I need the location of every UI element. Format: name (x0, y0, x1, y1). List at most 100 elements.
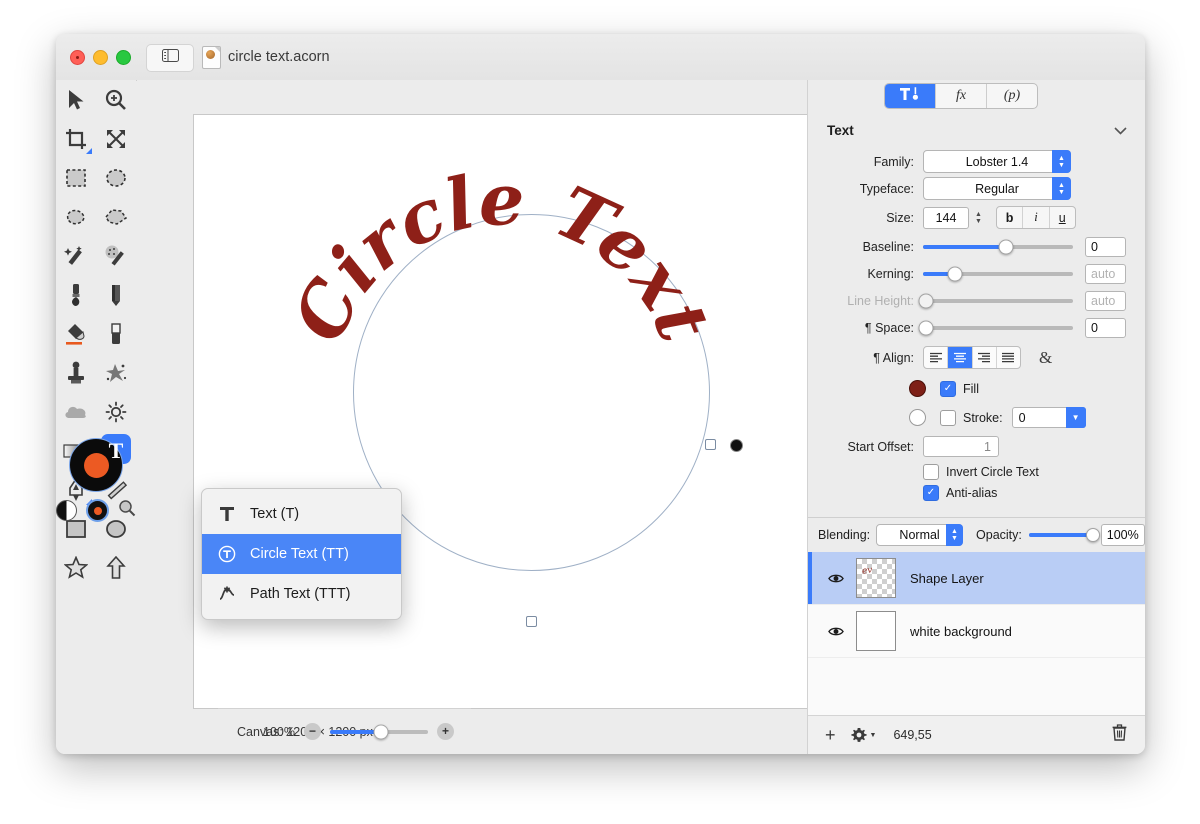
selected-color-icon[interactable] (86, 499, 109, 522)
eye-icon[interactable] (828, 626, 844, 637)
kerning-slider[interactable] (923, 266, 1073, 281)
smudge-tool[interactable] (96, 353, 136, 392)
sidebar-toggle-button[interactable] (146, 44, 194, 72)
circle-rotate-handle[interactable] (730, 439, 743, 452)
plus-circle-icon[interactable]: + (437, 723, 454, 740)
trash-icon[interactable] (1112, 724, 1127, 746)
cursor-coordinates: 649,55 (893, 728, 932, 742)
baseline-slider-knob[interactable] (998, 239, 1013, 254)
italic-button[interactable]: i (1023, 207, 1050, 228)
chevron-down-icon[interactable] (1114, 123, 1127, 138)
baseline-row: Baseline: 0 (808, 233, 1145, 260)
kerning-value-input[interactable]: auto (1085, 263, 1126, 284)
polygon-lasso-tool[interactable] (96, 197, 136, 236)
blending-label: Blending: (818, 528, 871, 542)
lasso-tool[interactable] (56, 197, 96, 236)
start-offset-input[interactable]: 1 (923, 436, 999, 457)
zoom-slider-knob[interactable] (373, 724, 389, 739)
clone-stamp-tool[interactable] (56, 353, 96, 392)
color-utility-row (56, 499, 136, 522)
gear-icon[interactable]: ▼ (850, 727, 876, 743)
layers-options-bar: Blending: Normal ▲ ▼ Opacity: 100% (808, 518, 1145, 552)
zoom-tool[interactable] (96, 80, 136, 119)
opacity-slider[interactable] (1028, 528, 1100, 542)
layer-name: white background (910, 623, 1012, 639)
paragraph-space-value-input[interactable]: 0 (1085, 317, 1126, 338)
minus-circle-icon[interactable]: − (304, 723, 321, 740)
magnifier-icon[interactable] (118, 499, 136, 522)
blending-mode-select[interactable]: Normal ▲ ▼ (876, 524, 964, 546)
crop-tool[interactable] (56, 119, 96, 158)
underline-button[interactable]: u (1050, 207, 1075, 228)
arrow-shape-tool[interactable] (96, 548, 136, 587)
black-white-circle-icon[interactable] (56, 500, 77, 521)
star-shape-tool[interactable] (56, 548, 96, 587)
ellipse-select-tool[interactable] (96, 158, 136, 197)
align-justify-button[interactable] (997, 347, 1020, 368)
stroke-color-swatch[interactable] (909, 409, 926, 426)
ligature-ampersand-button[interactable]: & (1039, 348, 1052, 368)
eraser-tool[interactable] (96, 314, 136, 353)
paragraph-space-slider-knob[interactable] (918, 320, 934, 335)
tab-fx[interactable]: fx (936, 84, 987, 108)
plus-icon[interactable]: + (825, 726, 836, 744)
paragraph-p-icon: (p) (1003, 88, 1021, 103)
zoom-button[interactable] (116, 50, 131, 65)
layer-thumbnail (856, 611, 896, 651)
tab-paragraph[interactable]: (p) (987, 84, 1037, 108)
fill-checkbox[interactable]: ✓ (940, 380, 956, 397)
line-height-label: Line Height: (847, 293, 914, 308)
paragraph-align-buttons (923, 346, 1021, 369)
menu-item-text[interactable]: Text (T) (202, 494, 401, 534)
brush-tool[interactable] (56, 275, 96, 314)
inspector-panel: fx (p) Text Family: Lobster 1.4 ▲ ▼ Type… (807, 80, 1145, 754)
opacity-slider-knob[interactable] (1085, 528, 1100, 542)
invert-circle-text-checkbox[interactable] (923, 463, 939, 480)
minimize-button[interactable] (93, 50, 108, 65)
typeface-select[interactable]: Regular ▲ ▼ (923, 177, 1071, 200)
stroke-checkbox[interactable] (940, 409, 956, 426)
circle-resize-handle-right[interactable] (705, 439, 716, 450)
kerning-slider-knob[interactable] (947, 266, 962, 281)
text-property-rows: Family: Lobster 1.4 ▲ ▼ Typeface: Regular… (808, 148, 1145, 503)
layers-toolbar: + ▼ 649,55 (808, 715, 1145, 754)
align-center-button[interactable] (948, 347, 973, 368)
zoom-slider[interactable] (330, 724, 428, 739)
eye-icon[interactable] (828, 573, 844, 584)
kerning-row: Kerning: auto (808, 260, 1145, 287)
menu-item-circle-text[interactable]: Circle Text (TT) (202, 534, 401, 574)
stroke-width-input[interactable]: 0 ▼ (1011, 407, 1086, 428)
bold-button[interactable]: b (997, 207, 1024, 228)
circle-text-guide[interactable] (353, 214, 710, 571)
layer-row-white-background[interactable]: white background (808, 605, 1145, 658)
opacity-value-input[interactable]: 100% (1100, 524, 1145, 546)
transform-tool[interactable] (96, 119, 136, 158)
align-right-button[interactable] (973, 347, 997, 368)
fill-color-swatch[interactable] (909, 380, 926, 397)
dodge-tool[interactable] (56, 392, 96, 431)
chevron-down-icon[interactable]: ▼ (1065, 407, 1086, 428)
anti-alias-checkbox[interactable]: ✓ (923, 484, 939, 501)
select-similar-tool[interactable] (96, 236, 136, 275)
magic-wand-tool[interactable] (56, 236, 96, 275)
font-size-input[interactable]: 144 (923, 206, 969, 229)
window-titlebar: circle text.acorn (56, 34, 1145, 81)
paint-bucket-tool[interactable] (56, 314, 96, 353)
tab-tools[interactable] (885, 84, 936, 108)
rectangle-select-tool[interactable] (56, 158, 96, 197)
layer-row-shape-layer[interactable]: ev Shape Layer (808, 552, 1145, 605)
move-tool[interactable] (56, 80, 96, 119)
font-family-select[interactable]: Lobster 1.4 ▲ ▼ (923, 150, 1071, 173)
align-left-button[interactable] (924, 347, 949, 368)
baseline-value-input[interactable]: 0 (1085, 236, 1126, 257)
pencil-tool[interactable] (96, 275, 136, 314)
burn-tool[interactable] (96, 392, 136, 431)
baseline-slider[interactable] (923, 239, 1073, 254)
circle-resize-handle-bottom[interactable] (526, 616, 537, 627)
start-offset-row: Start Offset: 1 (808, 432, 1145, 461)
kerning-label: Kerning: (867, 266, 914, 281)
menu-item-path-text[interactable]: Path Text (TTT) (202, 574, 401, 614)
quantity-stepper[interactable]: ▲ ▼ (975, 211, 982, 225)
close-button[interactable] (70, 50, 85, 65)
paragraph-space-slider[interactable] (918, 320, 1073, 335)
